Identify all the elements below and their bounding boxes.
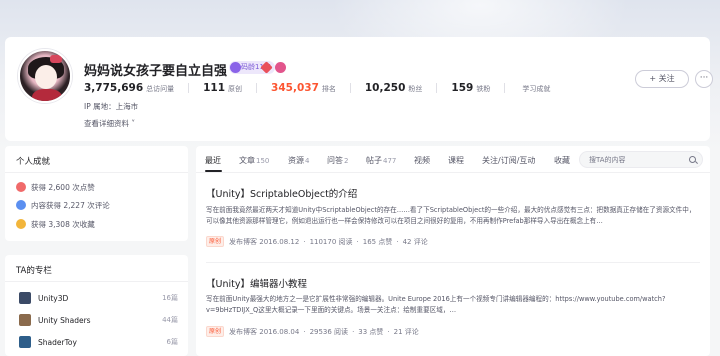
columns-title: TA的专栏 [16, 266, 52, 276]
tab-videos[interactable]: 视频 [414, 155, 430, 166]
search-icon[interactable] [689, 156, 696, 163]
columns-card: TA的专栏 Unity3D 16篇 Unity Shaders 44篇 Shad… [5, 255, 188, 356]
article-excerpt: 写在前面我竟然最近两天才知道Unity中ScriptableObject的存在…… [206, 206, 696, 225]
column-thumbnail [19, 336, 31, 348]
chevron-down-icon: ˅ [129, 119, 136, 128]
tab-qa[interactable]: 问答2 [327, 155, 348, 166]
tab-follows-subscriptions[interactable]: 关注/订阅/互动 [482, 155, 535, 166]
avatar[interactable] [18, 49, 72, 103]
thumbs-up-medal-icon [16, 182, 26, 192]
column-thumbnail [19, 292, 31, 304]
stat-learning[interactable]: 学习成就 [519, 84, 550, 94]
article-title[interactable]: 【Unity】编辑器小教程 [206, 276, 307, 290]
search-input[interactable] [589, 154, 687, 165]
stat-original: 111 原创 [203, 82, 243, 94]
pink-medal-icon[interactable] [275, 62, 286, 73]
stat-rank: 345,037 排名 [271, 82, 336, 94]
ip-location: IP 属地：上海市 [84, 102, 139, 111]
stats-bar: 3,775,696 总访问量 111 原创 345,037 排名 10,250 粉丝 1… [84, 82, 564, 94]
article-item[interactable]: 【Unity】ScriptableObject的介绍 写在前面我竟然最近两天才知… [196, 173, 710, 263]
achievement-favorites: 获得 3,308 次收藏 [16, 218, 95, 230]
active-tab-indicator [205, 170, 222, 172]
star-medal-icon [16, 219, 26, 229]
column-item-unity-shaders[interactable]: Unity Shaders 44篇 [19, 313, 178, 327]
stat-iron-fans[interactable]: 159 铁粉 [451, 82, 490, 94]
username[interactable]: 妈妈说女孩子要自立自强 [84, 60, 227, 79]
follow-button[interactable]: + 关注 [635, 70, 689, 88]
article-meta: 原创 发布博客 2016.08.12 · 110170 阅读 · 165 点赞 · 4… [206, 236, 428, 247]
tab-articles[interactable]: 文章150 [239, 155, 269, 166]
achievement-comments: 内容获得 2,227 次评论 [16, 199, 110, 211]
stat-fans[interactable]: 10,250 粉丝 [365, 82, 423, 94]
achievement-likes: 获得 2,600 次点赞 [16, 181, 95, 193]
achievements-title: 个人成就 [16, 157, 51, 167]
column-item-shadertoy[interactable]: ShaderToy 6篇 [19, 335, 178, 349]
content-panel: 最近 文章150 资源4 问答2 帖子477 视频 课程 关注/订阅/互动 收藏… [196, 146, 710, 356]
column-thumbnail [19, 314, 31, 326]
tab-resources[interactable]: 资源4 [288, 155, 309, 166]
tab-recent[interactable]: 最近 [205, 155, 221, 166]
profile-card: 妈妈说女孩子要自立自强 码龄11年 3,775,696 总访问量 111 原创 34… [5, 37, 713, 141]
view-details-link[interactable]: 查看详细资料 ˅ [84, 118, 135, 129]
comment-medal-icon [16, 200, 26, 210]
achievements-card: 个人成就 获得 2,600 次点赞 内容获得 2,227 次评论 获得 3,30… [5, 146, 188, 241]
content-tabs: 最近 文章150 资源4 问答2 帖子477 视频 课程 关注/订阅/互动 收藏 [196, 146, 710, 173]
stat-total-visits: 3,775,696 总访问量 [84, 82, 175, 94]
more-button[interactable]: ··· [695, 70, 713, 88]
column-item-unity3d[interactable]: Unity3D 16篇 [19, 291, 178, 305]
tab-favorites[interactable]: 收藏 [554, 155, 570, 166]
tab-courses[interactable]: 课程 [448, 155, 464, 166]
original-badge: 原创 [206, 326, 225, 337]
article-excerpt: 写在前面Unity最强大的地方之一是它扩展性非常强的编辑器。Unite Euro… [206, 295, 666, 314]
article-item[interactable]: 【Unity】编辑器小教程 写在前面Unity最强大的地方之一是它扩展性非常强的… [196, 263, 710, 356]
original-badge: 原创 [206, 236, 225, 247]
article-title[interactable]: 【Unity】ScriptableObject的介绍 [206, 186, 357, 200]
content-search[interactable] [579, 151, 703, 168]
article-meta: 原创 发布博客 2016.08.04 · 29536 阅读 · 33 点赞 · 21 … [206, 326, 419, 337]
tab-posts[interactable]: 帖子477 [366, 155, 396, 166]
gem-icon [230, 62, 241, 73]
